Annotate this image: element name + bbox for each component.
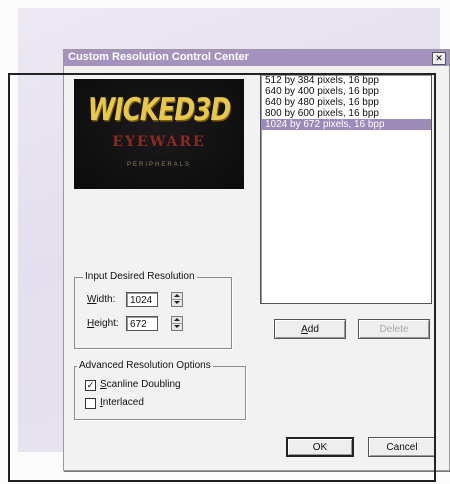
height-spinner[interactable] [171, 316, 183, 331]
width-spin-down-icon[interactable] [172, 300, 182, 306]
ok-button[interactable]: OK [286, 437, 354, 457]
width-spin-up-icon[interactable] [172, 293, 182, 300]
close-icon[interactable]: ✕ [432, 52, 446, 65]
window-title: Custom Resolution Control Center [68, 51, 249, 63]
height-field[interactable]: 672 [126, 316, 158, 331]
checkbox-checked-icon[interactable]: ✓ [85, 380, 96, 391]
list-item[interactable]: 800 by 600 pixels, 16 bpp [261, 108, 431, 119]
add-button[interactable]: Add [274, 319, 346, 339]
height-label-text: eight: [94, 318, 119, 329]
list-item[interactable]: 640 by 480 pixels, 16 bpp [261, 97, 431, 108]
scanline-doubling-label: Scanline Doubling [100, 379, 181, 390]
resolution-list[interactable]: 512 by 384 pixels, 16 bpp 640 by 400 pix… [260, 74, 432, 304]
scanline-label-text: canline Doubling [106, 379, 181, 390]
width-label: Width: [87, 294, 115, 305]
advanced-options-group: Advanced Resolution Options ✓ Scanline D… [74, 360, 246, 420]
height-spin-down-icon[interactable] [172, 324, 182, 330]
list-item-selected[interactable]: 1024 by 672 pixels, 16 bpp [261, 119, 431, 130]
logo-subtitle: EYEWARE [112, 134, 206, 150]
resolution-dialog: Custom Resolution Control Center ✕ WICKE… [63, 49, 450, 471]
interlaced-label-text: nterlaced [102, 397, 144, 408]
height-label: Height: [87, 318, 119, 329]
logo-wordmark: WICKED3D [87, 91, 232, 128]
interlaced-label: Interlaced [100, 397, 144, 408]
add-label: dd [307, 324, 319, 335]
title-bar[interactable]: Custom Resolution Control Center ✕ [64, 50, 449, 66]
width-label-text: idth: [96, 294, 116, 305]
cancel-button[interactable]: Cancel [368, 437, 436, 457]
list-item[interactable]: 640 by 400 pixels, 16 bpp [261, 86, 431, 97]
scanline-accel: S [100, 379, 107, 390]
scene: Custom Resolution Control Center ✕ WICKE… [0, 0, 450, 484]
checkbox-unchecked-icon[interactable] [85, 398, 96, 409]
interlaced-checkbox[interactable]: Interlaced [85, 397, 165, 410]
group-label-desired-resolution: Input Desired Resolution [83, 271, 197, 282]
width-spinner[interactable] [171, 292, 183, 307]
desired-resolution-group: Input Desired Resolution Width: 1024 Hei… [74, 271, 232, 349]
delete-button[interactable]: Delete [358, 319, 430, 339]
add-accel: A [301, 324, 308, 335]
list-item[interactable]: 512 by 384 pixels, 16 bpp [261, 75, 431, 86]
group-label-advanced-options: Advanced Resolution Options [77, 360, 213, 371]
width-field[interactable]: 1024 [126, 292, 158, 307]
logo-tagline: PERIPHERALS [126, 162, 191, 168]
scanline-doubling-checkbox[interactable]: ✓ Scanline Doubling [85, 379, 195, 392]
wicked3d-logo: WICKED3D EYEWARE PERIPHERALS [74, 79, 244, 189]
height-spin-up-icon[interactable] [172, 317, 182, 324]
